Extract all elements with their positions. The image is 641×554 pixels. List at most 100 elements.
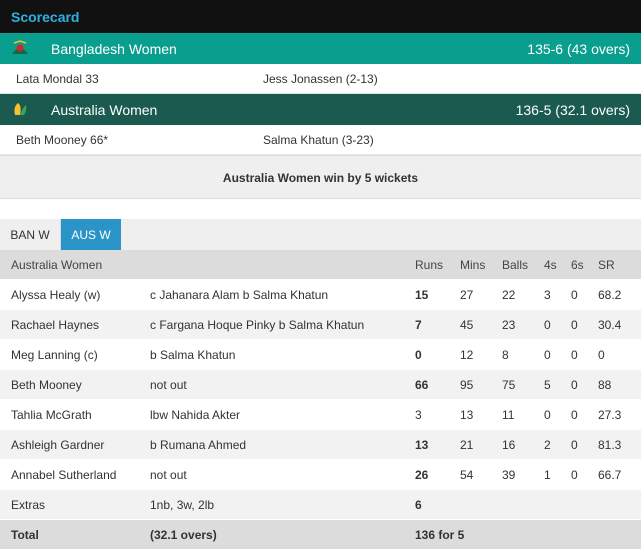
fours: 2 xyxy=(544,438,551,452)
header-sixes: 6s xyxy=(571,258,584,272)
dismissal: c Fargana Hoque Pinky b Salma Khatun xyxy=(150,318,365,332)
team-score: 135-6 (43 overs) xyxy=(527,41,630,57)
balls: 16 xyxy=(502,438,516,452)
sixes: 0 xyxy=(571,318,578,332)
innings-row-bangladesh[interactable]: Bangladesh Women 135-6 (43 overs) xyxy=(0,33,641,64)
total-label: Total xyxy=(11,528,39,542)
tab-ban-w[interactable]: BAN W xyxy=(0,219,61,250)
innings-summary-bangladesh: Lata Mondal 33 Jess Jonassen (2-13) xyxy=(0,64,641,94)
batter-name: Annabel Sutherland xyxy=(11,468,117,482)
extras-runs: 6 xyxy=(415,498,422,512)
sixes: 0 xyxy=(571,348,578,362)
innings-row-australia[interactable]: Australia Women 136-5 (32.1 overs) xyxy=(0,94,641,125)
balls: 39 xyxy=(502,468,516,482)
strike-rate: 27.3 xyxy=(598,408,622,422)
extras-detail: 1nb, 3w, 2lb xyxy=(150,498,215,512)
batter-name: Tahlia McGrath xyxy=(11,408,92,422)
runs: 7 xyxy=(415,318,422,332)
scorecard-title: Scorecard xyxy=(11,9,80,25)
top-bowler: Salma Khatun (3-23) xyxy=(263,133,374,147)
mins: 27 xyxy=(460,288,474,302)
balls: 75 xyxy=(502,378,516,392)
runs: 26 xyxy=(415,468,429,482)
fours: 0 xyxy=(544,348,551,362)
total-row: Total (32.1 overs) 136 for 5 xyxy=(0,520,641,550)
strike-rate: 30.4 xyxy=(598,318,622,332)
fours: 0 xyxy=(544,408,551,422)
total-score: 136 for 5 xyxy=(415,528,465,542)
balls: 23 xyxy=(502,318,516,332)
extras-label: Extras xyxy=(11,498,46,512)
fours: 3 xyxy=(544,288,551,302)
table-row: Alyssa Healy (w) c Jahanara Alam b Salma… xyxy=(0,280,641,310)
dismissal: b Salma Khatun xyxy=(150,348,236,362)
australia-flag-icon xyxy=(10,101,30,117)
sixes: 0 xyxy=(571,408,578,422)
table-header-row: Australia Women Runs Mins Balls 4s 6s SR xyxy=(0,250,641,280)
mins: 95 xyxy=(460,378,474,392)
team-name: Bangladesh Women xyxy=(51,41,177,57)
header-runs: Runs xyxy=(415,258,444,272)
team-name: Australia Women xyxy=(51,102,158,118)
runs: 3 xyxy=(415,408,422,422)
dismissal: b Rumana Ahmed xyxy=(150,438,247,452)
batter-name: Ashleigh Gardner xyxy=(11,438,105,452)
dismissal: lbw Nahida Akter xyxy=(150,408,241,422)
dismissal: c Jahanara Alam b Salma Khatun xyxy=(150,288,329,302)
top-batter: Lata Mondal 33 xyxy=(16,72,99,86)
sixes: 0 xyxy=(571,288,578,302)
top-batter: Beth Mooney 66* xyxy=(16,133,109,147)
fours: 1 xyxy=(544,468,551,482)
batter-name: Alyssa Healy (w) xyxy=(11,288,101,302)
match-result: Australia Women win by 5 wickets xyxy=(0,155,641,199)
strike-rate: 88 xyxy=(598,378,612,392)
scorecard-widget: Scorecard Bangladesh Women 135-6 (43 ove… xyxy=(0,0,641,554)
scorecard-header: Scorecard xyxy=(0,0,641,33)
table-row: Annabel Sutherland not out 26 54 39 1 0 … xyxy=(0,460,641,490)
batter-name: Rachael Haynes xyxy=(11,318,100,332)
batter-name: Meg Lanning (c) xyxy=(11,348,98,362)
header-team: Australia Women xyxy=(11,258,103,272)
runs: 15 xyxy=(415,288,429,302)
table-row: Beth Mooney not out 66 95 75 5 0 88 xyxy=(0,370,641,400)
team-score: 136-5 (32.1 overs) xyxy=(515,102,630,118)
innings-tabs: BAN W AUS W xyxy=(0,219,641,250)
runs: 13 xyxy=(415,438,429,452)
header-fours: 4s xyxy=(544,258,557,272)
balls: 8 xyxy=(502,348,509,362)
mins: 12 xyxy=(460,348,474,362)
sixes: 0 xyxy=(571,438,578,452)
strike-rate: 68.2 xyxy=(598,288,622,302)
table-row: Rachael Haynes c Fargana Hoque Pinky b S… xyxy=(0,310,641,340)
batter-name: Beth Mooney xyxy=(11,378,82,392)
header-balls: Balls xyxy=(502,258,529,272)
sixes: 0 xyxy=(571,378,578,392)
bangladesh-flag-icon xyxy=(10,40,30,56)
top-bowler: Jess Jonassen (2-13) xyxy=(263,72,378,86)
innings-summary-australia: Beth Mooney 66* Salma Khatun (3-23) xyxy=(0,125,641,155)
mins: 54 xyxy=(460,468,474,482)
mins: 45 xyxy=(460,318,474,332)
strike-rate: 0 xyxy=(598,348,605,362)
balls: 11 xyxy=(502,408,515,422)
strike-rate: 81.3 xyxy=(598,438,622,452)
fours: 0 xyxy=(544,318,551,332)
extras-row: Extras 1nb, 3w, 2lb 6 xyxy=(0,490,641,520)
runs: 0 xyxy=(415,348,422,362)
dismissal: not out xyxy=(150,468,187,482)
table-row: Ashleigh Gardner b Rumana Ahmed 13 21 16… xyxy=(0,430,641,460)
match-result-text: Australia Women win by 5 wickets xyxy=(222,171,419,185)
total-overs: (32.1 overs) xyxy=(150,528,217,542)
mins: 21 xyxy=(460,438,474,452)
strike-rate: 66.7 xyxy=(598,468,622,482)
table-row: Meg Lanning (c) b Salma Khatun 0 12 8 0 … xyxy=(0,340,641,370)
balls: 22 xyxy=(502,288,516,302)
header-mins: Mins xyxy=(460,258,486,272)
table-row: Tahlia McGrath lbw Nahida Akter 3 13 11 … xyxy=(0,400,641,430)
tab-aus-w[interactable]: AUS W xyxy=(61,219,121,250)
mins: 13 xyxy=(460,408,474,422)
dismissal: not out xyxy=(150,378,187,392)
sixes: 0 xyxy=(571,468,578,482)
runs: 66 xyxy=(415,378,429,392)
header-strike-rate: SR xyxy=(598,258,615,272)
